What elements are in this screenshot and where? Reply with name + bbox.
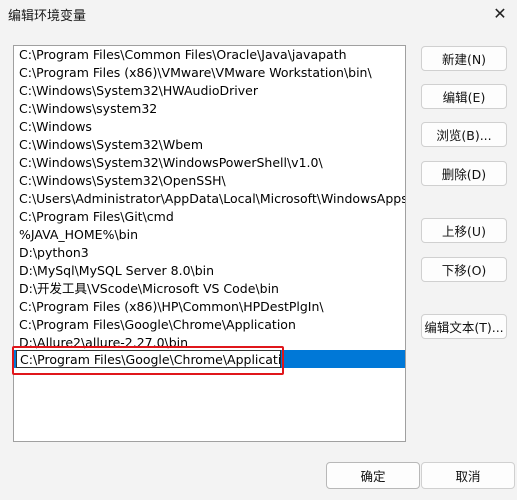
edit-text-button[interactable]: 编辑文本(T)... [421,314,507,339]
list-item[interactable]: D:\python3 [14,244,405,262]
list-item[interactable]: C:\Program Files\Git\cmd [14,208,405,226]
ok-button[interactable]: 确定 [326,462,420,489]
list-item[interactable]: C:\Windows\System32\WindowsPowerShell\v1… [14,154,405,172]
list-item[interactable]: C:\Program Files\Google\Chrome\Applicati… [14,316,405,334]
move-down-button[interactable]: 下移(O) [421,257,507,282]
move-up-button[interactable]: 上移(U) [421,218,507,243]
cancel-button[interactable]: 取消 [421,462,515,489]
delete-button[interactable]: 删除(D) [421,161,507,186]
list-item-editing[interactable] [14,350,405,368]
list-item[interactable]: D:\MySql\MySQL Server 8.0\bin [14,262,405,280]
list-item[interactable]: %JAVA_HOME%\bin [14,226,405,244]
list-item[interactable]: C:\Windows\system32 [14,100,405,118]
title-bar: 编辑环境变量 ✕ [0,0,517,30]
list-item[interactable]: C:\Windows\System32\HWAudioDriver [14,82,405,100]
list-item[interactable]: C:\Program Files (x86)\VMware\VMware Wor… [14,64,405,82]
browse-button[interactable]: 浏览(B)... [421,122,507,147]
list-item[interactable]: C:\Windows [14,118,405,136]
new-button[interactable]: 新建(N) [421,46,507,71]
list-item[interactable]: C:\Program Files\Common Files\Oracle\Jav… [14,46,405,64]
dialog-title: 编辑环境变量 [8,9,87,24]
edit-button[interactable]: 编辑(E) [421,84,507,109]
list-item[interactable]: C:\Windows\System32\Wbem [14,136,405,154]
list-item[interactable]: D:\开发工具\VScode\Microsoft VS Code\bin [14,280,405,298]
list-item[interactable]: C:\Windows\System32\OpenSSH\ [14,172,405,190]
close-icon[interactable]: ✕ [487,2,513,24]
list-item[interactable]: C:\Program Files (x86)\HP\Common\HPDestP… [14,298,405,316]
path-list[interactable]: C:\Program Files\Common Files\Oracle\Jav… [13,45,406,442]
edit-env-variable-dialog: 编辑环境变量 ✕ C:\Program Files\Common Files\O… [0,0,517,500]
path-edit-input[interactable] [16,350,281,368]
list-item[interactable]: C:\Users\Administrator\AppData\Local\Mic… [14,190,405,208]
